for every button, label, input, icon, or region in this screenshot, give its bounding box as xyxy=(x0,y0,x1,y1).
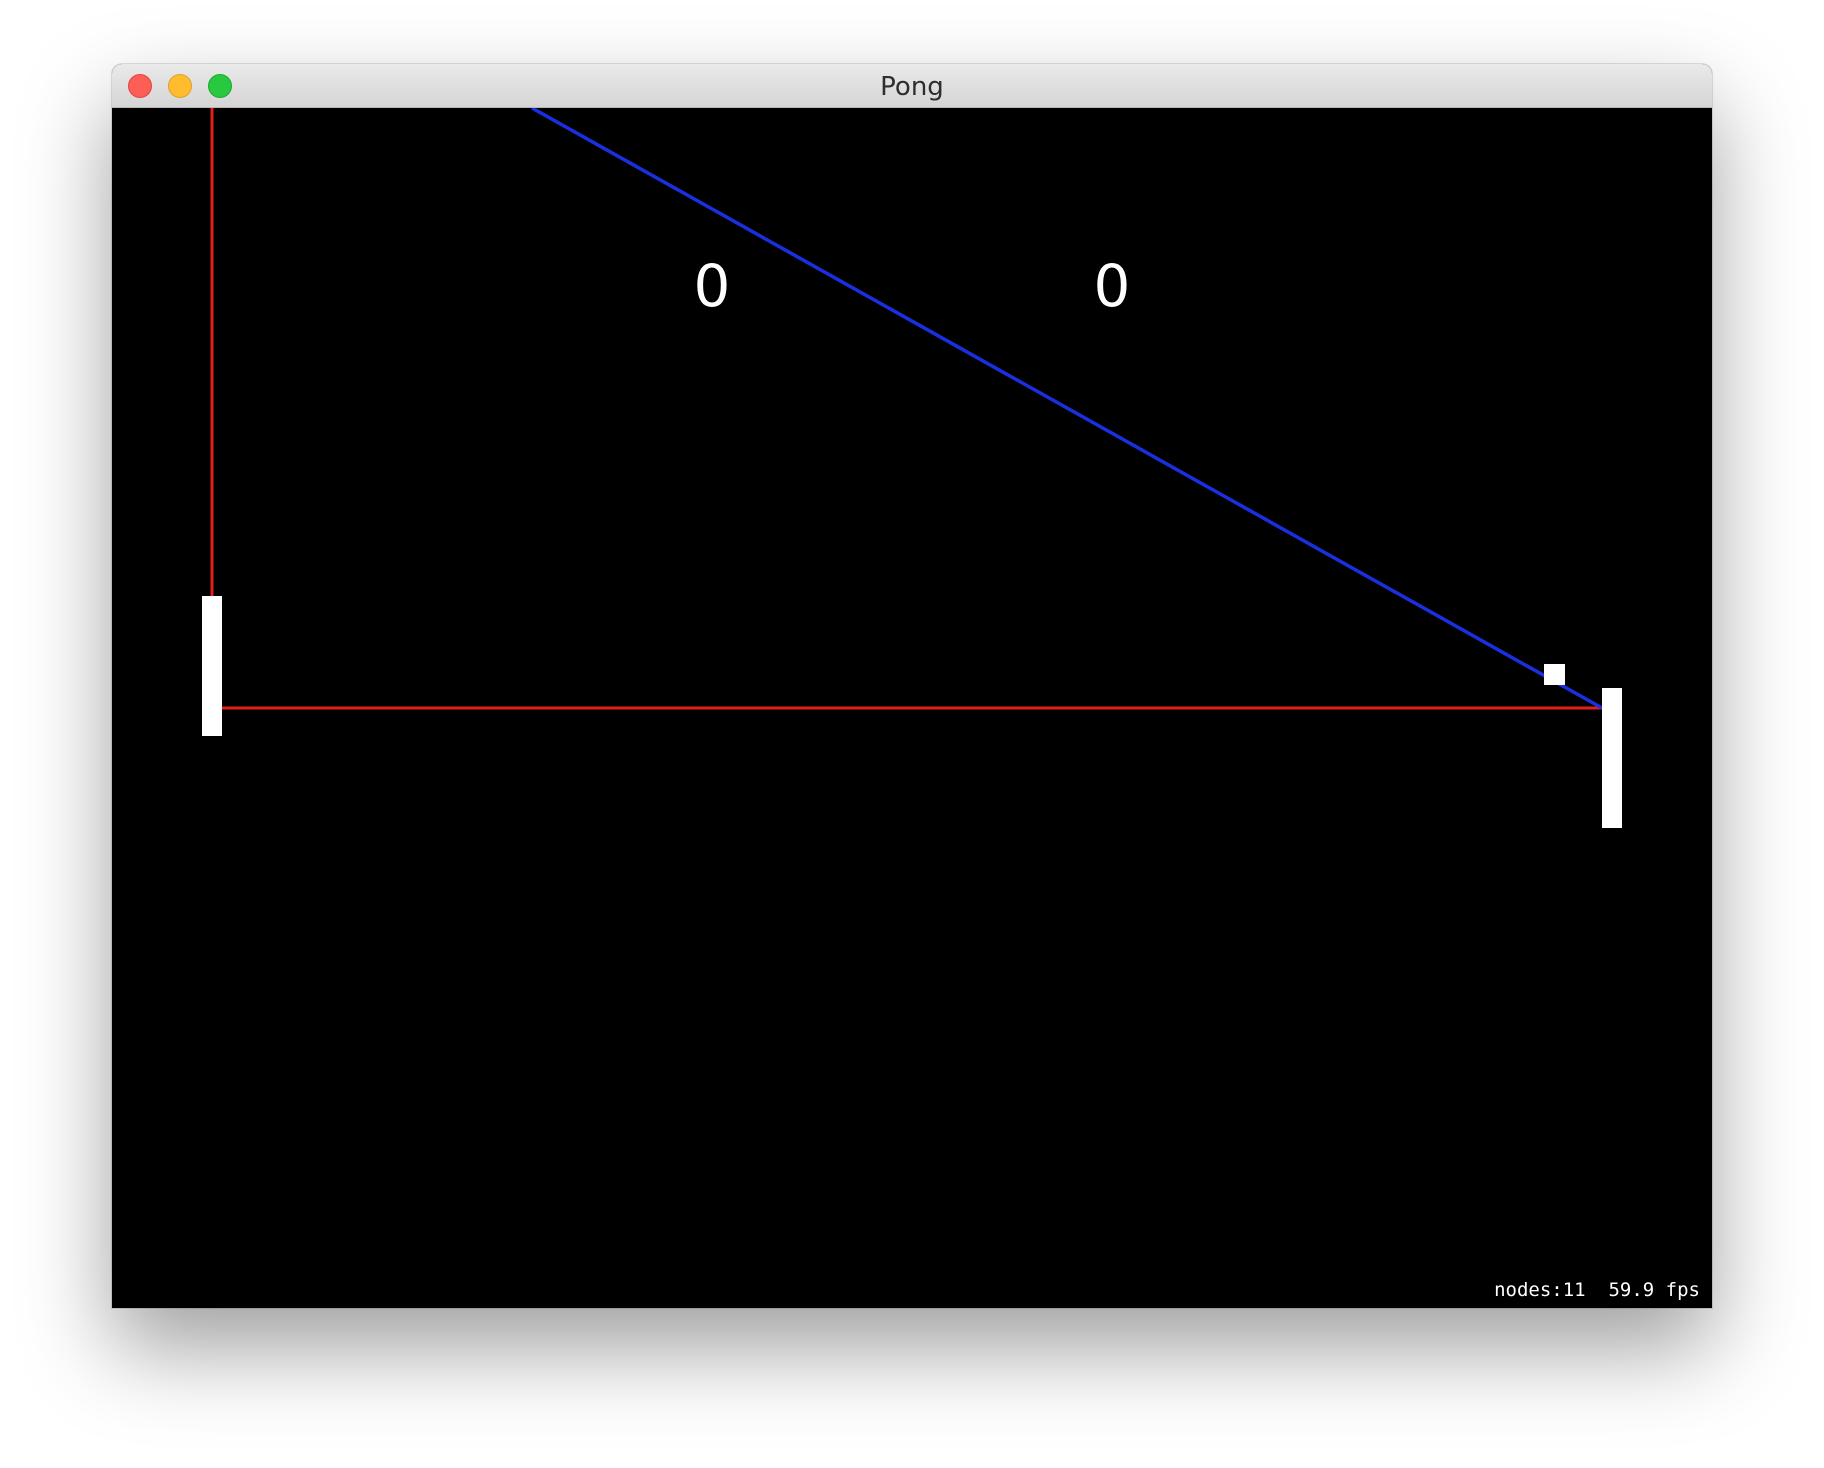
ball xyxy=(1544,664,1565,685)
game-window: Pong 0 0 nodes:11 59.9 fps xyxy=(112,64,1712,1308)
game-scene[interactable]: 0 0 nodes:11 59.9 fps xyxy=(112,108,1712,1308)
stats-overlay: nodes:11 59.9 fps xyxy=(1494,1279,1700,1301)
left-score: 0 xyxy=(693,252,731,320)
predicted-path-line xyxy=(531,108,1603,710)
right-paddle xyxy=(1602,688,1622,828)
left-paddle xyxy=(202,596,222,736)
trajectory-overlay xyxy=(210,108,1603,710)
window-title: Pong xyxy=(880,72,944,102)
right-score: 0 xyxy=(1093,252,1131,320)
title-bar[interactable]: Pong xyxy=(112,64,1712,108)
